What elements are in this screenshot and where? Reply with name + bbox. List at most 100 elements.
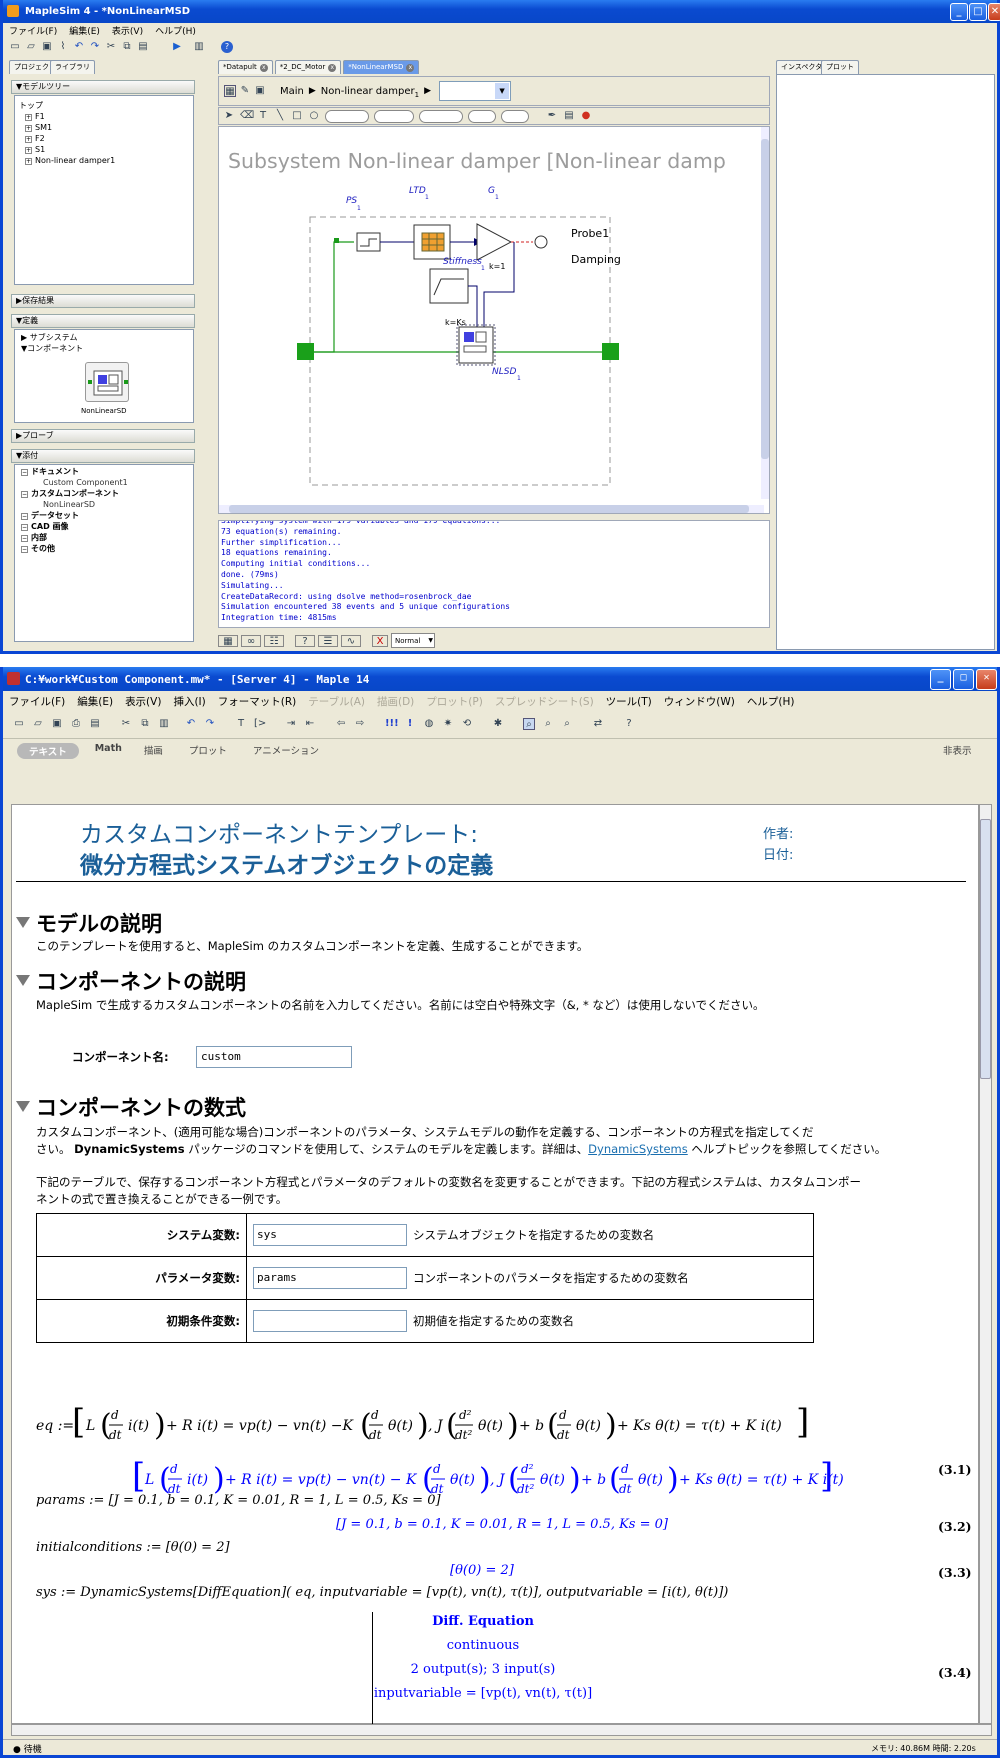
- stop-icon[interactable]: ●: [580, 110, 592, 122]
- link-icon[interactable]: ∞: [241, 634, 261, 647]
- edit-view-icon[interactable]: ✎: [239, 85, 251, 97]
- menu-item[interactable]: ファイル(F): [3, 694, 71, 709]
- attach-icon[interactable]: ⌇: [57, 41, 69, 53]
- component-name-input[interactable]: custom: [196, 1046, 352, 1068]
- hide-button[interactable]: 非表示: [943, 743, 972, 757]
- list-icon[interactable]: ☰: [318, 634, 338, 647]
- variable-input[interactable]: params: [253, 1267, 407, 1289]
- worksheet-vscroll[interactable]: [979, 804, 992, 1724]
- font-color-dropdown[interactable]: [501, 109, 529, 123]
- cut-icon[interactable]: ✂: [105, 41, 117, 53]
- minimize-button[interactable]: _: [950, 3, 968, 21]
- attachments-header[interactable]: ▼添付: [11, 449, 195, 463]
- section-collapse-icon[interactable]: [16, 917, 30, 928]
- menu-item[interactable]: 編集(E): [63, 24, 106, 37]
- settings-icon[interactable]: ▥: [193, 41, 205, 53]
- undo-icon[interactable]: ↶: [73, 41, 85, 53]
- params-input[interactable]: params := [J = 0.1, b = 0.1, K = 0.01, R…: [36, 1493, 441, 1508]
- attachment-item[interactable]: − データセット: [21, 510, 187, 521]
- help-icon[interactable]: ?: [221, 41, 233, 53]
- attachment-item[interactable]: NonLinearSD: [21, 499, 187, 510]
- math-mode-icon[interactable]: [>: [254, 718, 266, 730]
- redo-icon[interactable]: ↷: [89, 41, 101, 53]
- question-icon[interactable]: ?: [295, 634, 315, 647]
- text-tool-icon[interactable]: T: [257, 110, 269, 122]
- menu-item[interactable]: ウィンドウ(W): [658, 694, 741, 709]
- tab-library[interactable]: ライブラリ: [50, 60, 95, 74]
- breadcrumb-current[interactable]: Non-linear damper: [321, 86, 415, 97]
- component-item[interactable]: ▼コンポーネント: [21, 343, 187, 354]
- model-canvas[interactable]: Subsystem Non-linear damper [Non-linear …: [218, 126, 770, 514]
- rect-tool-icon[interactable]: □: [291, 110, 303, 122]
- expand-icon[interactable]: −: [21, 535, 28, 542]
- outdent-icon[interactable]: ⇤: [304, 718, 316, 730]
- close-icon[interactable]: x: [406, 64, 415, 72]
- attachment-item[interactable]: − 内部: [21, 532, 187, 543]
- tab-drawing[interactable]: 描画: [144, 743, 163, 757]
- expand-icon[interactable]: −: [21, 469, 28, 476]
- minimize-button[interactable]: _: [930, 669, 951, 690]
- log-level-select[interactable]: Normal ▼: [391, 633, 435, 648]
- open-icon[interactable]: ▱: [32, 718, 44, 730]
- pointer-icon[interactable]: ➤: [223, 110, 235, 122]
- worksheet-scroll-thumb[interactable]: [980, 819, 991, 1079]
- doc-tab[interactable]: *Datapult x: [218, 60, 273, 74]
- menu-item[interactable]: ヘルプ(H): [741, 694, 801, 709]
- worksheet-hscroll[interactable]: [11, 1724, 992, 1736]
- stop-icon[interactable]: ◍: [423, 718, 435, 730]
- attachment-item[interactable]: − その他: [21, 543, 187, 554]
- subsystem-item[interactable]: ▶ サブシステム: [21, 332, 187, 343]
- new-icon[interactable]: ▭: [9, 41, 21, 53]
- zoom-100-icon[interactable]: ⌕: [523, 718, 535, 730]
- menu-item[interactable]: 描画(D): [371, 694, 420, 709]
- book-icon[interactable]: ▤: [563, 110, 575, 122]
- menu-item[interactable]: ファイル(F): [3, 24, 63, 37]
- plus-icon[interactable]: +: [25, 147, 32, 154]
- new-icon[interactable]: ▭: [13, 718, 25, 730]
- eraser-icon[interactable]: ⌫: [240, 110, 254, 122]
- diagram-view-icon[interactable]: ▦: [224, 85, 236, 97]
- attachment-item[interactable]: − ドキュメント: [21, 466, 187, 477]
- tab-plot[interactable]: プロット: [821, 60, 859, 74]
- clear-icon[interactable]: X: [372, 634, 388, 647]
- sys-input[interactable]: sys := DynamicSystems[DiffEquation]( eq,…: [36, 1585, 728, 1600]
- line-tool-icon[interactable]: ╲: [274, 110, 286, 122]
- doc-tab[interactable]: *2_DC_Motor x: [274, 60, 342, 74]
- section-collapse-icon[interactable]: [16, 1101, 30, 1112]
- attachment-item[interactable]: − カスタムコンポーネント: [21, 488, 187, 499]
- plus-icon[interactable]: +: [25, 136, 32, 143]
- dynamicsystems-link[interactable]: DynamicSystems: [588, 1142, 688, 1156]
- nonlinearsd-component-icon[interactable]: [85, 362, 129, 402]
- ic-input[interactable]: initialconditions := [θ(0) = 2]: [36, 1540, 230, 1555]
- tree-item[interactable]: + F2: [19, 133, 189, 144]
- expand-icon[interactable]: −: [21, 524, 28, 531]
- paste-icon[interactable]: ▥: [158, 718, 170, 730]
- tab-inspector[interactable]: インスペクタ: [776, 60, 828, 74]
- execute-all-icon[interactable]: !!!: [385, 718, 399, 730]
- zoom-150-icon[interactable]: ⌕: [542, 718, 554, 730]
- menu-item[interactable]: 編集(E): [71, 694, 119, 709]
- print-icon[interactable]: ⎙: [70, 718, 82, 730]
- menu-item[interactable]: ヘルプ(H): [149, 24, 202, 37]
- tree-root[interactable]: トップ: [19, 100, 189, 111]
- paste-icon[interactable]: ▤: [137, 41, 149, 53]
- forward-icon[interactable]: ⇨: [354, 718, 366, 730]
- expand-icon[interactable]: −: [21, 513, 28, 520]
- probe-header[interactable]: ▶プローブ: [11, 429, 195, 443]
- tab-math[interactable]: Math: [95, 743, 122, 754]
- help-icon[interactable]: ?: [623, 718, 635, 730]
- print-preview-icon[interactable]: ▤: [89, 718, 101, 730]
- variable-input[interactable]: sys: [253, 1224, 407, 1246]
- menu-item[interactable]: テーブル(A): [302, 694, 371, 709]
- attachment-item[interactable]: Custom Component1: [21, 477, 187, 488]
- tree-item[interactable]: + SM1: [19, 122, 189, 133]
- menu-item[interactable]: 挿入(I): [167, 694, 211, 709]
- tree-item[interactable]: + Non-linear damper1: [19, 155, 189, 166]
- menu-item[interactable]: プロット(P): [420, 694, 489, 709]
- plus-icon[interactable]: +: [25, 114, 32, 121]
- debug-icon[interactable]: ✷: [442, 718, 454, 730]
- saved-results-header[interactable]: ▶保存結果: [11, 294, 195, 308]
- text-mode-icon[interactable]: T: [235, 718, 247, 730]
- group-icon[interactable]: ☷: [264, 634, 284, 647]
- redo-icon[interactable]: ↷: [204, 718, 216, 730]
